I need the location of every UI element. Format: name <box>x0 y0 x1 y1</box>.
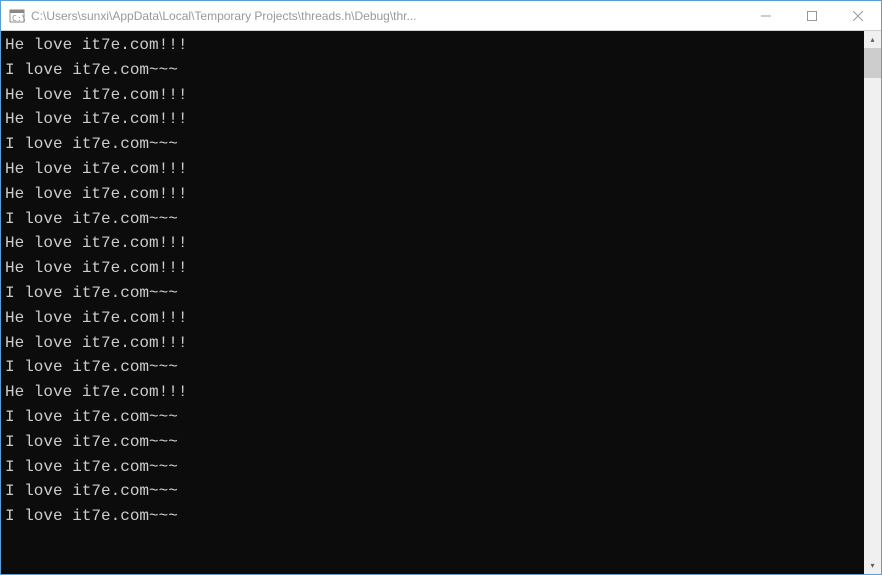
console-output[interactable]: He love it7e.com!!!I love it7e.com~~~He … <box>1 31 864 574</box>
scrollbar-track[interactable] <box>864 48 881 557</box>
console-line: I love it7e.com~~~ <box>5 455 860 480</box>
console-line: He love it7e.com!!! <box>5 107 860 132</box>
console-line: He love it7e.com!!! <box>5 306 860 331</box>
svg-text:C:\: C:\ <box>12 14 25 23</box>
console-line: I love it7e.com~~~ <box>5 58 860 83</box>
console-line: He love it7e.com!!! <box>5 256 860 281</box>
console-line: He love it7e.com!!! <box>5 231 860 256</box>
close-button[interactable] <box>835 1 881 30</box>
console-line: I love it7e.com~~~ <box>5 355 860 380</box>
maximize-button[interactable] <box>789 1 835 30</box>
console-line: He love it7e.com!!! <box>5 380 860 405</box>
console-line: I love it7e.com~~~ <box>5 430 860 455</box>
console-line: He love it7e.com!!! <box>5 182 860 207</box>
content-area: He love it7e.com!!!I love it7e.com~~~He … <box>1 31 881 574</box>
console-line: I love it7e.com~~~ <box>5 281 860 306</box>
window-title: C:\Users\sunxi\AppData\Local\Temporary P… <box>31 9 743 23</box>
console-line: He love it7e.com!!! <box>5 83 860 108</box>
minimize-button[interactable] <box>743 1 789 30</box>
scrollbar-thumb[interactable] <box>864 48 881 78</box>
console-line: I love it7e.com~~~ <box>5 207 860 232</box>
console-line: I love it7e.com~~~ <box>5 479 860 504</box>
scroll-down-arrow-icon[interactable]: ▾ <box>864 557 881 574</box>
console-line: I love it7e.com~~~ <box>5 405 860 430</box>
app-icon: C:\ <box>9 8 25 24</box>
titlebar[interactable]: C:\ C:\Users\sunxi\AppData\Local\Tempora… <box>1 1 881 31</box>
console-line: He love it7e.com!!! <box>5 33 860 58</box>
vertical-scrollbar[interactable]: ▴ ▾ <box>864 31 881 574</box>
console-line: I love it7e.com~~~ <box>5 504 860 529</box>
scroll-up-arrow-icon[interactable]: ▴ <box>864 31 881 48</box>
console-line: I love it7e.com~~~ <box>5 132 860 157</box>
window-controls <box>743 1 881 30</box>
console-line: He love it7e.com!!! <box>5 331 860 356</box>
console-line: He love it7e.com!!! <box>5 157 860 182</box>
